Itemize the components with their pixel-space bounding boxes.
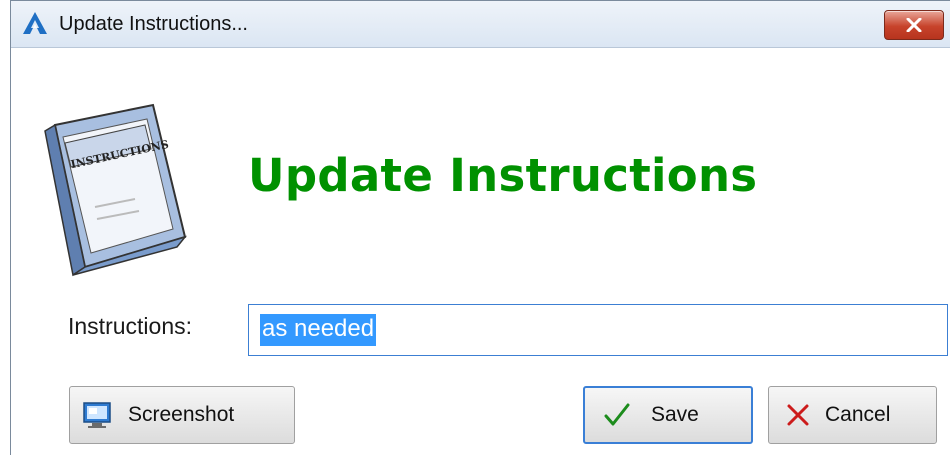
instructions-book-icon: INSTRUCTIONS <box>44 103 188 277</box>
instructions-input[interactable]: as needed <box>248 304 948 356</box>
screenshot-label: Screenshot <box>128 403 235 426</box>
save-label: Save <box>651 403 699 426</box>
save-button[interactable]: Save <box>583 386 753 444</box>
app-logo-icon <box>23 12 47 34</box>
screenshot-icon <box>82 401 112 429</box>
instructions-label: Instructions: <box>68 313 192 339</box>
page-title: Update Instructions <box>248 149 758 202</box>
cancel-label: Cancel <box>825 403 891 426</box>
instructions-value[interactable]: as needed <box>260 314 377 346</box>
close-button[interactable] <box>884 10 944 40</box>
screenshot-button[interactable]: Screenshot <box>69 386 295 444</box>
cancel-button[interactable]: Cancel <box>768 386 937 444</box>
cancel-x-icon <box>785 402 811 428</box>
update-instructions-dialog: Update Instructions... INSTRUCTIONS Upda… <box>10 0 950 455</box>
title-bar[interactable]: Update Instructions... <box>11 1 950 48</box>
checkmark-icon <box>603 402 631 428</box>
window-title: Update Instructions... <box>59 13 248 35</box>
close-icon <box>906 18 922 32</box>
